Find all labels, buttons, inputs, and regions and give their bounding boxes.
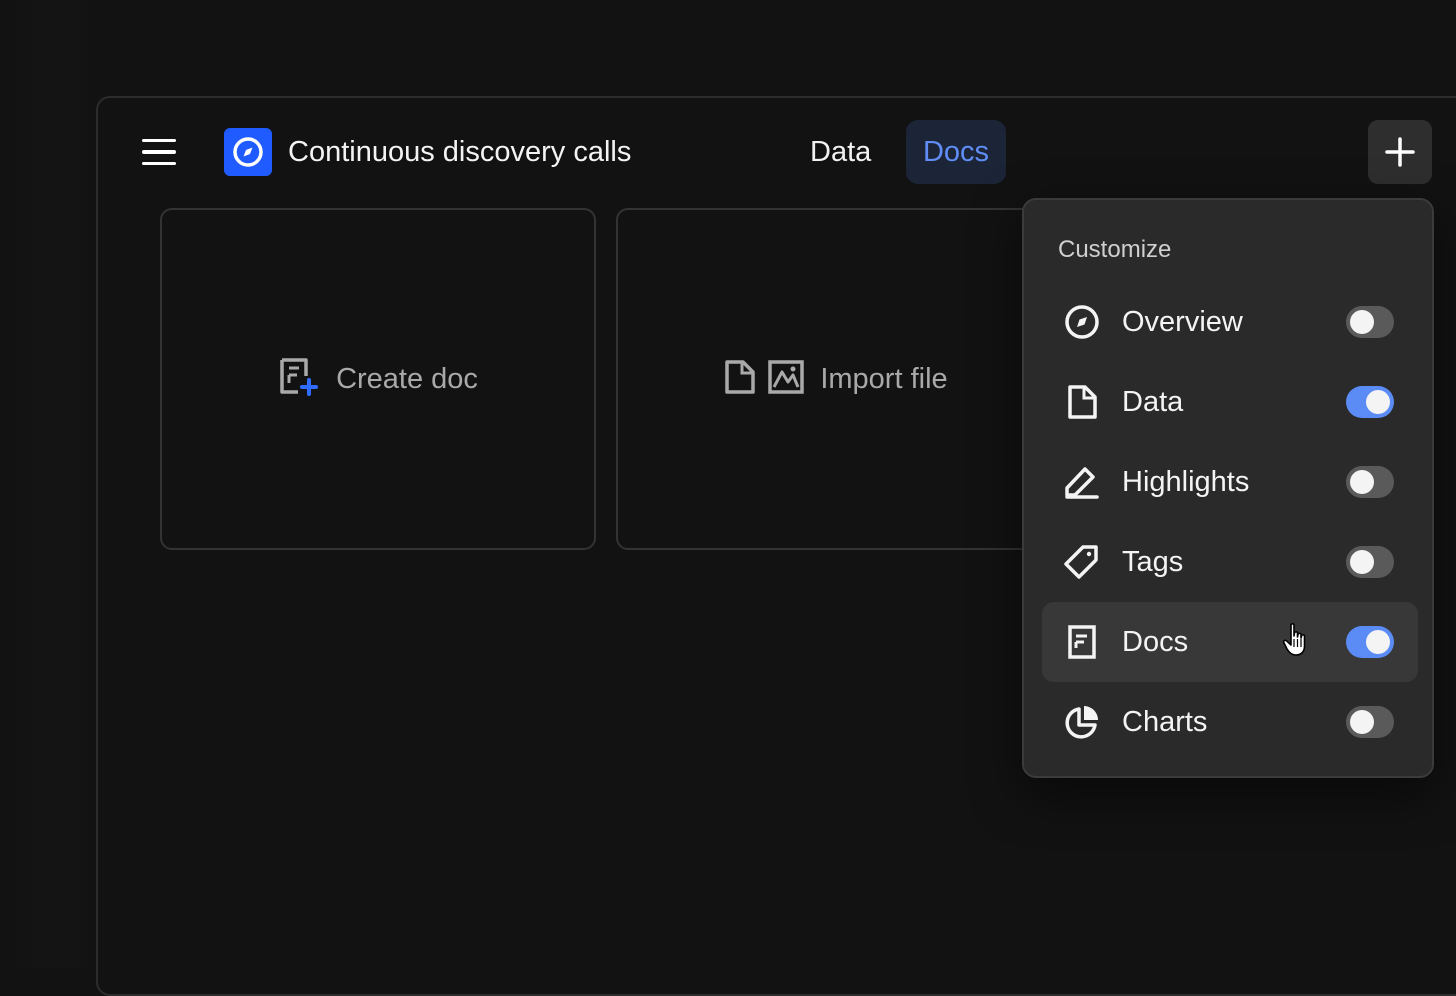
project-title: Continuous discovery calls bbox=[288, 136, 632, 168]
menu-item-tags[interactable]: Tags bbox=[1042, 522, 1418, 602]
file-icon bbox=[1062, 382, 1102, 422]
highlighter-icon bbox=[1062, 462, 1102, 502]
menu-item-label: Overview bbox=[1122, 306, 1243, 338]
add-button[interactable] bbox=[1368, 120, 1432, 184]
pie-chart-icon bbox=[1062, 702, 1102, 742]
menu-item-charts[interactable]: Charts bbox=[1042, 682, 1418, 762]
plus-icon bbox=[1385, 137, 1415, 167]
file-icon bbox=[724, 359, 756, 400]
document-icon bbox=[1062, 622, 1102, 662]
tab-docs[interactable]: Docs bbox=[906, 120, 1006, 184]
create-doc-card[interactable]: Create doc bbox=[160, 208, 596, 550]
menu-item-label: Tags bbox=[1122, 546, 1184, 578]
menu-item-docs[interactable]: Docs bbox=[1042, 602, 1418, 682]
docs-toggle[interactable] bbox=[1346, 626, 1394, 658]
menu-item-label: Highlights bbox=[1122, 466, 1250, 498]
menu-item-label: Charts bbox=[1122, 706, 1208, 738]
tags-toggle[interactable] bbox=[1346, 546, 1394, 578]
data-toggle[interactable] bbox=[1346, 386, 1394, 418]
image-icon bbox=[768, 359, 805, 399]
tag-icon bbox=[1062, 542, 1102, 582]
menu-item-data[interactable]: Data bbox=[1042, 362, 1418, 442]
import-file-label: Import file bbox=[820, 362, 948, 395]
tab-data[interactable]: Data bbox=[794, 120, 887, 184]
hamburger-menu-icon[interactable] bbox=[142, 136, 178, 168]
compass-icon bbox=[1062, 302, 1102, 342]
compass-icon bbox=[224, 128, 272, 176]
import-file-card[interactable]: Import file bbox=[616, 208, 1056, 550]
menu-item-highlights[interactable]: Highlights bbox=[1042, 442, 1418, 522]
customize-heading: Customize bbox=[1058, 236, 1172, 263]
overview-toggle[interactable] bbox=[1346, 306, 1394, 338]
create-doc-label: Create doc bbox=[336, 362, 478, 395]
menu-item-label: Docs bbox=[1122, 626, 1189, 658]
highlights-toggle[interactable] bbox=[1346, 466, 1394, 498]
menu-item-label: Data bbox=[1122, 386, 1184, 418]
customize-menu: Customize Overview Data Highlights Tags … bbox=[1022, 198, 1434, 778]
menu-item-overview[interactable]: Overview bbox=[1042, 282, 1418, 362]
doc-plus-icon bbox=[278, 356, 320, 403]
charts-toggle[interactable] bbox=[1346, 706, 1394, 738]
